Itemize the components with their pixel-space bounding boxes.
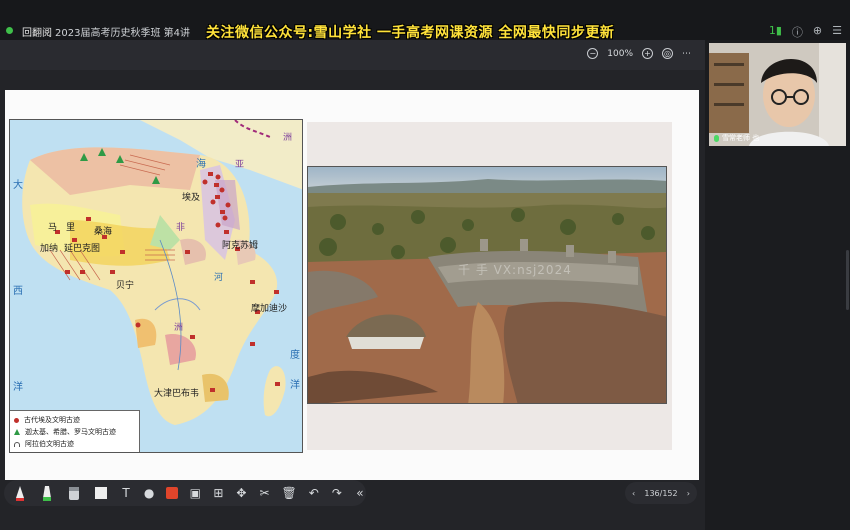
page-navigator: ‹ 136/152 › [625,482,697,504]
more-icon[interactable]: ⋯ [682,49,691,59]
legend-label: 迦太基、希腊、罗马文明古迹 [25,428,116,436]
label-kanem: 延巴克图 [64,244,101,254]
zoom-controls: − 100% + ◎ ⋯ [587,48,691,59]
photo-graphic [308,167,666,403]
shape-icon[interactable]: ● [143,485,155,501]
label-mogadishu: 摩加迪沙 [251,304,288,314]
system-icons: 1▮ ⓘ ⊕ ☰ [769,24,842,40]
label-indian-2: 洋 [290,380,300,391]
label-asia: 亚 [235,160,245,170]
drawing-toolbar: T ● ▣ ⊞ ✥ ✂ 🗑 ↶ ↷ « [4,480,366,506]
arch-symbol-icon [14,441,20,447]
collapse-icon[interactable]: « [354,485,366,501]
map-legend: 古代埃及文明古迹 迦太基、希腊、罗马文明古迹 阿拉伯文明古迹 [10,410,140,452]
right-sidebar: 雪常老师 也 [705,40,850,530]
eraser-icon[interactable] [66,485,82,501]
label-africa-1: 非 [176,223,186,233]
label-songhai: 桑海 [94,227,113,237]
delete-icon[interactable]: 🗑 [282,485,297,501]
pen-icon[interactable] [12,485,28,501]
label-ghana: 加纳 [40,244,59,254]
photo-watermark: 千 手 VX:nsj2024 [458,263,572,277]
label-sea: 海 [196,159,206,170]
current-page: 136 [644,488,660,498]
text-icon[interactable]: T [120,485,132,501]
fit-screen-icon[interactable]: ◎ [662,48,673,59]
undo-icon[interactable]: ↶ [308,485,320,501]
color-icon[interactable] [166,485,179,501]
promo-banner: 关注微信公众号:雪山学社 一手高考网课资源 全网最快同步更新 [206,25,615,41]
legend-label: 古代埃及文明古迹 [24,416,80,424]
board-icon[interactable] [93,485,109,501]
zoom-level: 100% [607,48,633,59]
mic-icon [714,134,719,142]
zoom-in-button[interactable]: + [642,48,653,59]
legend-item: 古代埃及文明古迹 [14,414,135,426]
great-zimbabwe-photo: 千 手 VX:nsj2024 [307,166,667,404]
label-atlantic-2: 西 [13,286,23,297]
highlighter-icon[interactable] [39,485,55,501]
legend-item: 阿拉伯文明古迹 [14,438,135,450]
workspace: − 100% + ◎ ⋯ 亚 洲 大 西 洋 度 洋 海 非 洲 埃及 马 里 … [0,40,705,530]
menu-icon[interactable]: ☰ [832,24,842,40]
signal-icon: 1▮ [768,24,782,37]
video-frame [709,43,846,146]
legend-item: 迦太基、希腊、罗马文明古迹 [14,426,135,438]
next-page-button[interactable]: › [687,489,690,498]
page-indicator: 136/152 [644,489,677,498]
label-benin: 贝宁 [116,281,135,291]
label-great-zimbabwe: 大津巴布韦 [154,389,200,399]
label-mali: 马 里 [48,223,76,233]
cut-icon[interactable]: ✂ [258,485,270,501]
prev-page-button[interactable]: ‹ [632,489,635,498]
title-bar: 回翻阅 2023届高考历史秋季班 第4讲 关注微信公众号:雪山学社 一手高考网课… [0,0,850,41]
dot-symbol-icon [14,417,19,423]
triangle-symbol-icon [14,429,20,435]
africa-map: 亚 洲 大 西 洋 度 洋 海 非 洲 埃及 马 里 桑海 加纳 延巴克图 阿克… [9,119,303,453]
participant-name: 雪常老师 也 [722,134,760,142]
participant-label: 雪常老师 也 [714,133,759,143]
app-name: 回翻阅 [22,28,52,39]
class-title: 2023届高考历史秋季班 第4讲 [55,28,190,39]
teacher-video: 雪常老师 也 [709,43,846,146]
label-egypt: 埃及 [182,193,201,203]
slide-toolbar: − 100% + ◎ ⋯ [0,40,705,70]
plus-icon[interactable]: ⊞ [212,485,224,501]
image-icon[interactable]: ▣ [189,485,201,501]
label-aksum: 阿克苏姆 [222,241,259,251]
total-pages: 152 [662,488,678,498]
app-window: 回翻阅 2023届高考历史秋季班 第4讲 关注微信公众号:雪山学社 一手高考网课… [0,0,850,530]
label-africa-2: 洲 [174,323,184,333]
label-river: 河 [214,273,224,283]
map-graphic [10,120,302,452]
label-indian-1: 度 [290,350,300,361]
move-icon[interactable]: ✥ [235,485,247,501]
zoom-out-button[interactable]: − [587,48,599,59]
status-dot [6,27,13,34]
label-atlantic-3: 洋 [13,382,23,393]
search-icon[interactable]: ⊕ [813,24,822,40]
label-continent: 洲 [283,133,293,143]
info-icon[interactable]: ⓘ [792,24,803,40]
sidebar-scrollbar[interactable] [846,250,849,310]
slide-canvas: 亚 洲 大 西 洋 度 洋 海 非 洲 埃及 马 里 桑海 加纳 延巴克图 阿克… [5,90,699,480]
legend-label: 阿拉伯文明古迹 [25,440,74,448]
redo-icon[interactable]: ↷ [331,485,343,501]
signal-value: 1 [768,24,776,37]
label-atlantic-1: 大 [13,180,23,191]
